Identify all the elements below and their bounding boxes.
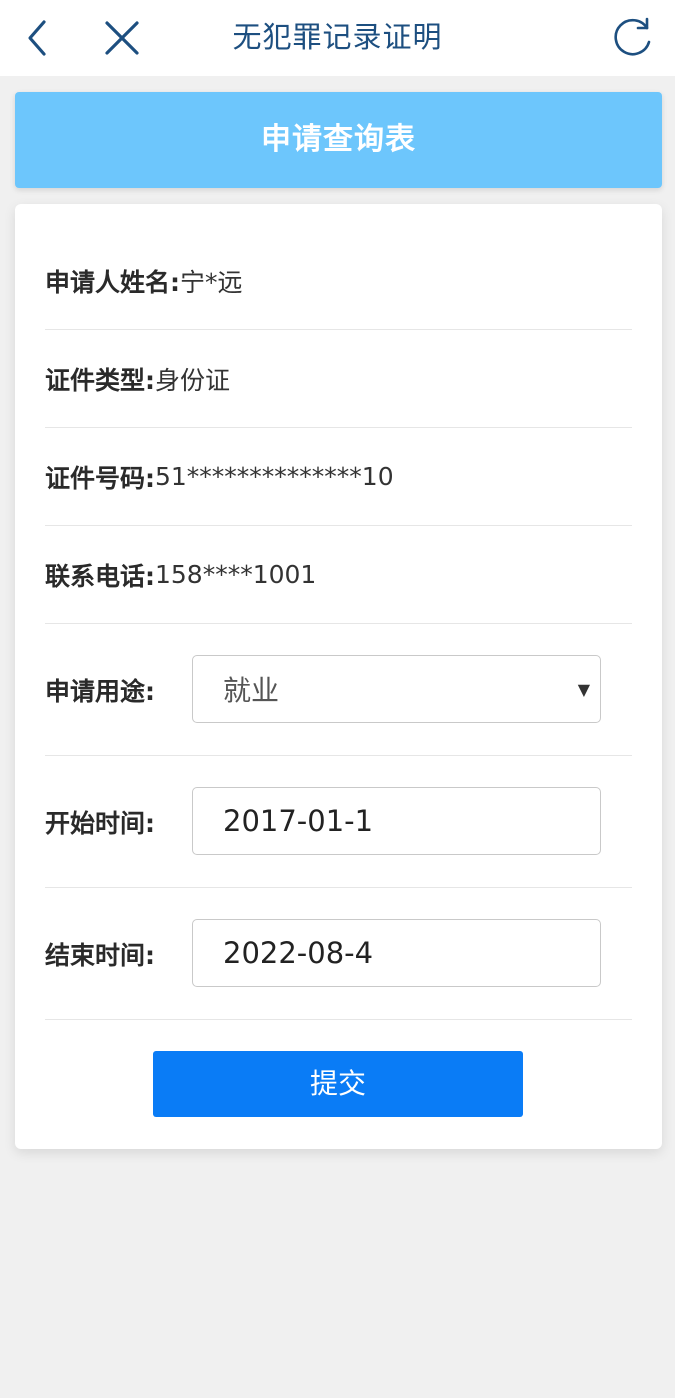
top-navigation-bar: 无犯罪记录证明: [0, 0, 675, 76]
end-date-input[interactable]: 2022-08-4: [192, 919, 601, 987]
purpose-select[interactable]: 就业 ▼: [192, 655, 601, 723]
form-title-banner: 申请查询表: [15, 92, 662, 188]
page-title: 无犯罪记录证明: [232, 20, 443, 54]
start-date-row: 开始时间: 2017-01-1: [45, 756, 632, 888]
end-date-value: 2022-08-4: [223, 936, 374, 970]
start-date-label: 开始时间:: [45, 808, 155, 838]
applicant-name-label: 申请人姓名:: [45, 267, 180, 297]
id-number-value: 51**************10: [155, 462, 394, 491]
id-type-label: 证件类型:: [45, 365, 155, 395]
id-number-label: 证件号码:: [45, 463, 155, 493]
start-date-value: 2017-01-1: [223, 804, 374, 838]
applicant-name-value: 宁*远: [180, 267, 243, 297]
id-type-value: 身份证: [155, 365, 231, 395]
id-number-row: 证件号码: 51**************10: [45, 428, 632, 526]
purpose-label: 申请用途:: [45, 676, 155, 706]
id-type-row: 证件类型: 身份证: [45, 330, 632, 428]
purpose-selected-value: 就业: [223, 674, 280, 707]
application-form-card: 申请人姓名: 宁*远 证件类型: 身份证 证件号码: 51***********…: [15, 204, 662, 1149]
end-date-label: 结束时间:: [45, 940, 155, 970]
end-date-row: 结束时间: 2022-08-4: [45, 888, 632, 1020]
start-date-input[interactable]: 2017-01-1: [192, 787, 601, 855]
refresh-button[interactable]: [605, 10, 661, 66]
purpose-row: 申请用途: 就业 ▼: [45, 624, 632, 756]
applicant-name-row: 申请人姓名: 宁*远: [45, 232, 632, 330]
phone-row: 联系电话: 158****1001: [45, 526, 632, 624]
dropdown-caret-icon: ▼: [577, 679, 590, 699]
refresh-icon: [614, 17, 651, 56]
submit-button[interactable]: 提交: [153, 1051, 523, 1117]
phone-value: 158****1001: [155, 560, 317, 589]
phone-label: 联系电话:: [45, 561, 155, 591]
